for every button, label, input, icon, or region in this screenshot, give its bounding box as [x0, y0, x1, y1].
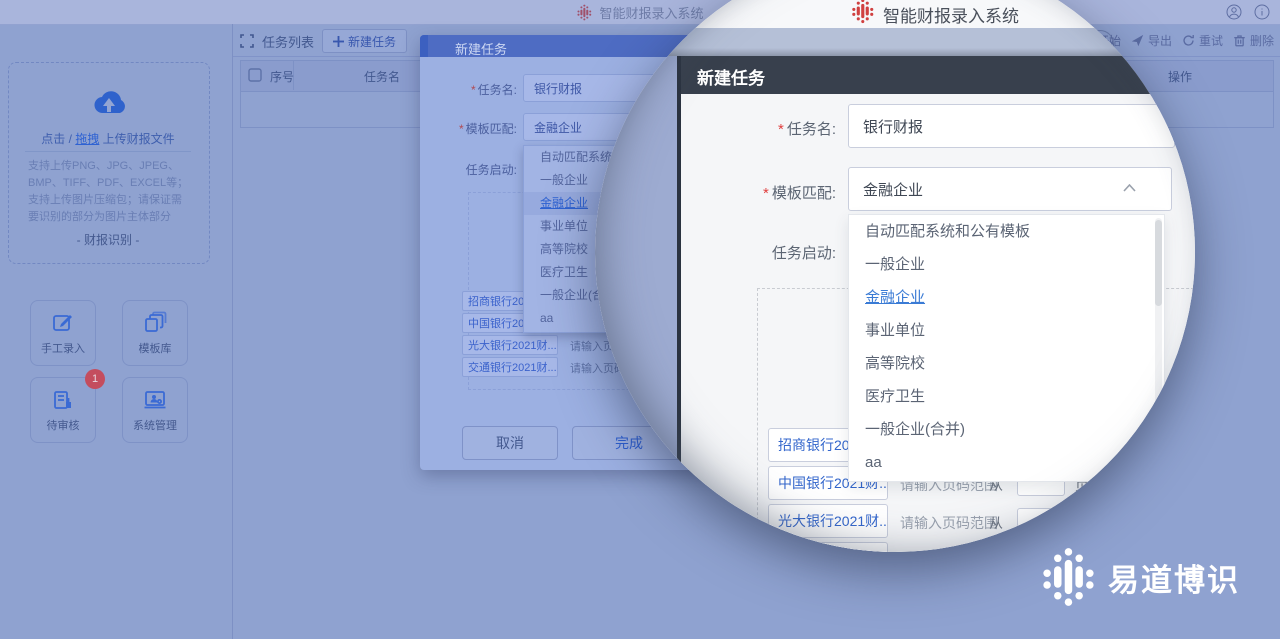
- upload-title-suffix: 上传财报文件: [103, 132, 175, 146]
- new-task-label: 新建任务: [348, 33, 396, 50]
- upload-title: 点击 / 拖拽 上传财报文件: [18, 130, 198, 147]
- pending-review-badge: 1: [85, 369, 105, 389]
- app-screen: 智能财报录入系统 点击 / 拖拽 上传财报文件 支持上传PNG、JPG、JPEG…: [0, 0, 1280, 639]
- task-name-label-text: 任务名:: [787, 121, 836, 138]
- lens-modal-shadow: [595, 48, 1195, 56]
- upload-divider: [25, 151, 191, 152]
- task-list-icon: [240, 34, 254, 48]
- dropdown-option[interactable]: 一般企业(合并): [849, 413, 1164, 446]
- sidebar-item-manual-entry[interactable]: 手工录入: [30, 300, 96, 366]
- user-avatar-icon[interactable]: [1226, 4, 1242, 20]
- upload-title-prefix: 点击 /: [41, 132, 72, 146]
- sidebar-item-label: 手工录入: [41, 340, 85, 356]
- brand-name: 易道博识: [1108, 555, 1240, 600]
- task-list-label[interactable]: 任务列表: [262, 32, 314, 51]
- dropdown-scrollbar: [1155, 218, 1162, 476]
- upload-mode-label: - 财报识别 -: [18, 231, 198, 248]
- page-range-placeholder: 请输入页码范围: [900, 513, 998, 533]
- table-border-right: [1273, 60, 1274, 127]
- template-match-label: *模板匹配:: [437, 120, 517, 137]
- table-border-left: [240, 60, 241, 127]
- required-mark: *: [471, 83, 476, 97]
- sidebar-item-template-library[interactable]: 模板库: [122, 300, 188, 366]
- dropdown-option[interactable]: 自动匹配系统和公有模板: [849, 215, 1164, 248]
- page-from-input[interactable]: [1017, 508, 1065, 534]
- dropdown-option[interactable]: aa: [849, 446, 1164, 479]
- required-mark: *: [778, 121, 784, 138]
- column-header-index: 序号: [270, 68, 294, 85]
- sidebar-item-label: 系统管理: [133, 417, 177, 433]
- system-monitor-icon: [143, 388, 167, 412]
- retry-label: 重试: [1199, 32, 1223, 49]
- trash-icon: [1233, 34, 1246, 47]
- chevron-up-icon[interactable]: [1123, 184, 1136, 192]
- content-toolbar: 任务列表 新建任务: [240, 30, 407, 52]
- page-from-label: 从: [989, 513, 1003, 533]
- dropdown-option[interactable]: 一般企业: [849, 248, 1164, 281]
- new-task-button[interactable]: 新建任务: [322, 29, 407, 53]
- templates-stack-icon: [143, 311, 167, 335]
- upload-hint: 支持上传PNG、JPG、JPEG、BMP、TIFF、PDF、EXCEL等；支持上…: [28, 158, 190, 226]
- task-name-label: *任务名:: [720, 118, 836, 139]
- magnifier-lens: 智能财报录入系统 新建任务 *任务名: 银行财报 *模板匹配: 金融企业 任务启…: [595, 0, 1195, 552]
- cloud-upload-icon: [88, 88, 130, 120]
- app-title: 智能财报录入系统: [883, 2, 1019, 27]
- required-mark: *: [459, 122, 464, 136]
- clipboard-review-icon: [51, 388, 75, 412]
- sidebar-item-system-management[interactable]: 系统管理: [122, 377, 188, 443]
- task-name-label-text: 任务名:: [478, 83, 517, 97]
- dropdown-option-selected[interactable]: 金融企业: [849, 281, 1164, 314]
- delete-action[interactable]: 删除: [1233, 32, 1274, 49]
- info-icon[interactable]: [1254, 4, 1270, 20]
- lens-backdrop: [595, 56, 677, 552]
- dialog-title: 新建任务: [697, 64, 765, 89]
- template-match-label: *模板匹配:: [720, 182, 836, 203]
- task-name-input[interactable]: 银行财报: [848, 104, 1175, 148]
- sidebar-item-label: 待审核: [47, 417, 80, 433]
- file-link[interactable]: 交通银行2021财...: [768, 542, 888, 552]
- required-mark: *: [763, 185, 769, 202]
- scrollbar-thumb[interactable]: [1155, 220, 1162, 306]
- task-name-label: *任务名:: [437, 81, 517, 98]
- task-start-label: 任务启动:: [437, 161, 517, 178]
- brand-footer: 易道博识: [1042, 546, 1240, 608]
- upload-drag-link[interactable]: 拖拽: [75, 132, 99, 146]
- sidebar-divider: [232, 24, 233, 639]
- file-link[interactable]: 交通银行2021财...: [462, 357, 558, 377]
- sidebar-item-pending-review[interactable]: 1 待审核: [30, 377, 96, 443]
- sidebar-item-label: 模板库: [139, 340, 172, 356]
- dialog-header-accent: [420, 35, 428, 57]
- dropdown-option[interactable]: 事业单位: [849, 314, 1164, 347]
- dialog-title: 新建任务: [455, 39, 507, 58]
- brand-logo-icon: [1042, 546, 1096, 608]
- brand-logo-icon: [851, 0, 875, 24]
- dropdown-option[interactable]: 医疗卫生: [849, 380, 1164, 413]
- template-label-text: 模板匹配:: [466, 122, 517, 136]
- brand-logo-icon: [576, 4, 593, 21]
- edit-icon: [51, 311, 75, 335]
- column-header-task-name: 任务名: [364, 68, 400, 85]
- plus-icon: [333, 36, 344, 47]
- page-range-placeholder: 请输入页码范围: [900, 551, 998, 552]
- dropdown-option[interactable]: 高等院校: [849, 347, 1164, 380]
- file-link[interactable]: 光大银行2021财...: [462, 335, 558, 355]
- template-label-text: 模板匹配:: [772, 185, 836, 202]
- cancel-button[interactable]: 取消: [462, 426, 558, 460]
- select-all-checkbox[interactable]: [248, 68, 262, 82]
- delete-label: 删除: [1250, 32, 1274, 49]
- template-dropdown: 自动匹配系统和公有模板 一般企业 金融企业 事业单位 高等院校 医疗卫生 一般企…: [848, 214, 1165, 482]
- task-start-label: 任务启动:: [720, 242, 836, 263]
- file-link[interactable]: 光大银行2021财...: [768, 504, 888, 538]
